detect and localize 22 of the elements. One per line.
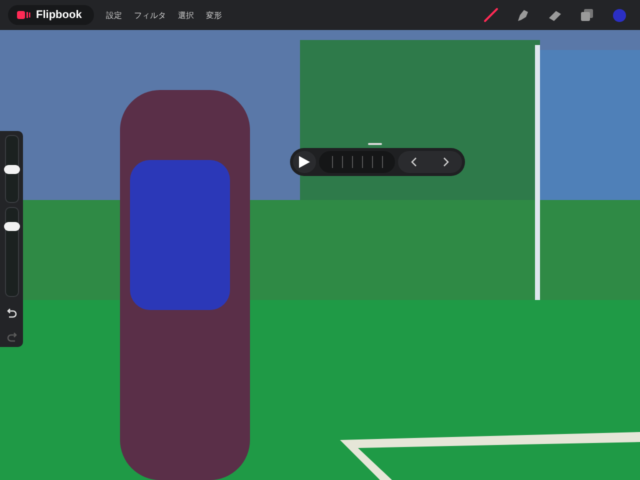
drag-handle[interactable] (368, 143, 382, 145)
menu-item[interactable]: 選択 (174, 6, 198, 24)
menu-item[interactable]: フィルタ (130, 6, 170, 24)
chevron-right-icon (443, 157, 449, 167)
menu-item[interactable]: 設定 (102, 6, 126, 24)
color-swatch[interactable] (613, 8, 626, 22)
menu-item[interactable]: 変形 (202, 6, 226, 24)
opacity-slider[interactable] (4, 207, 18, 297)
chevron-left-icon (411, 157, 417, 167)
layers-icon (579, 7, 595, 23)
artwork-canvas[interactable] (0, 30, 640, 480)
brush-size-slider[interactable] (4, 135, 18, 203)
redo-icon (6, 332, 16, 342)
slider-handle[interactable] (4, 165, 20, 174)
play-button[interactable] (293, 151, 316, 173)
flipbook-icon (17, 11, 31, 19)
slider-handle[interactable] (4, 222, 20, 231)
brush-icon (483, 7, 499, 23)
flipbook-button[interactable]: Flipbook (8, 5, 94, 25)
play-icon (299, 156, 310, 168)
undo-icon (6, 308, 16, 318)
finger-icon (515, 7, 531, 23)
